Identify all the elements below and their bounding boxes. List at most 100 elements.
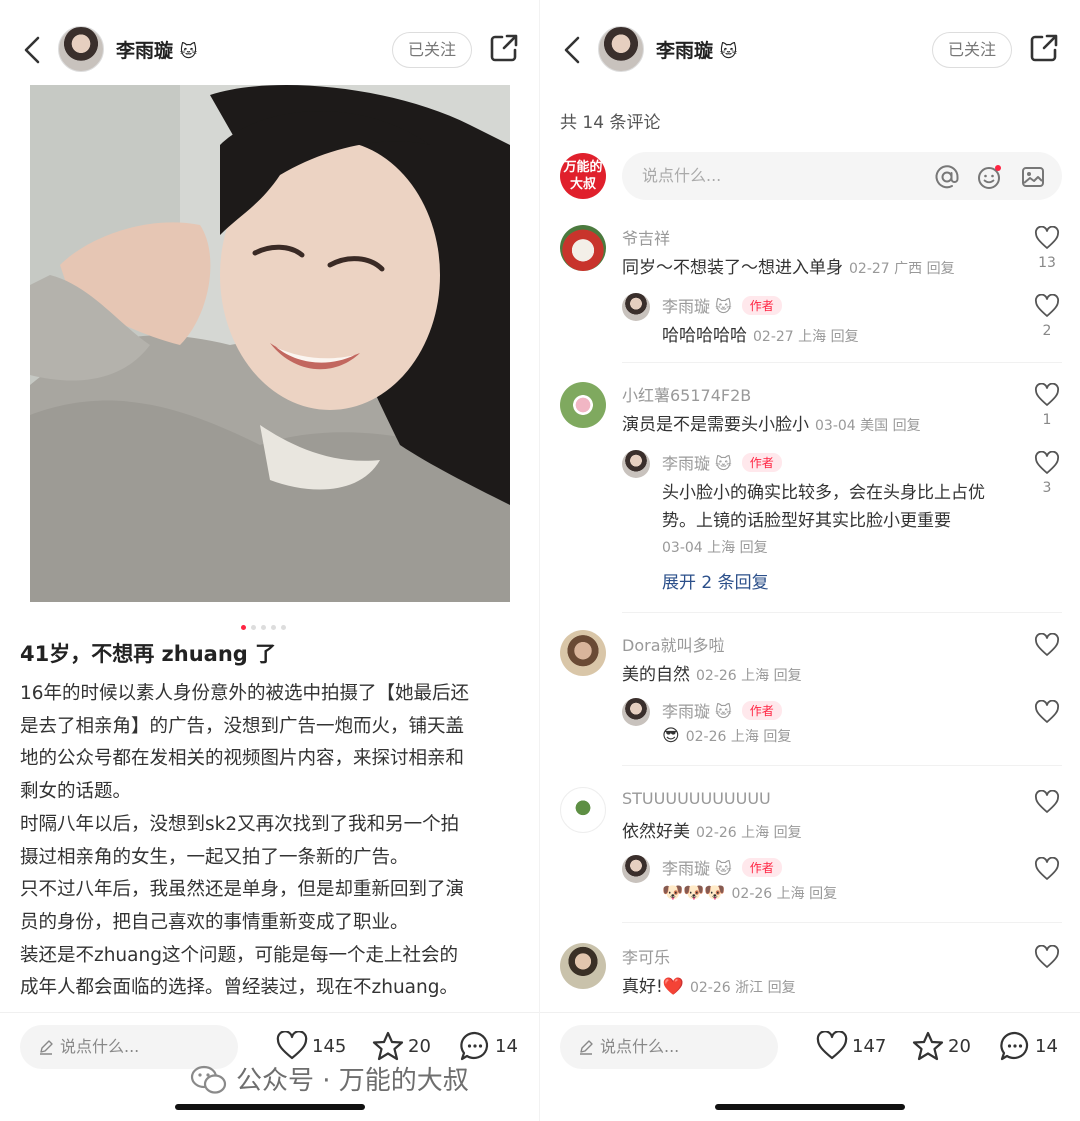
heart-icon [816, 1030, 848, 1060]
comment-meta: 03-04 美国 回复 [815, 418, 921, 434]
post-header: 李雨璇 🐱 已关注 [540, 20, 1080, 80]
comment-placeholder: 说点什么... [600, 1037, 680, 1056]
reply-meta: 03-04 上海 回复 [662, 540, 768, 556]
comment-placeholder: 说点什么... [642, 166, 722, 185]
collect-count: 20 [408, 1035, 431, 1057]
heart-icon[interactable] [1034, 700, 1060, 724]
home-indicator[interactable] [715, 1104, 905, 1110]
commenter-name[interactable]: Dora就叫多啦 [622, 632, 725, 656]
commenter-name[interactable]: 爷吉祥 [622, 225, 670, 249]
comment-count-label: 共 14 条评论 [560, 113, 661, 133]
post-line: 16年的时候以素人身份意外的被选中拍摄了【她最后还 [20, 683, 470, 704]
author-tag: 作者 [741, 701, 782, 720]
my-avatar[interactable]: 万能的大叔 [560, 153, 606, 199]
comment-meta: 02-26 浙江 回复 [689, 980, 796, 996]
reply-author[interactable]: 李雨璇 🐱 作者 [662, 450, 782, 474]
heart-icon[interactable] [1034, 451, 1060, 475]
comment-meta: 02-26 上海 回复 [696, 825, 802, 841]
star-icon [912, 1031, 944, 1061]
at-mention-icon[interactable] [934, 164, 960, 190]
share-icon[interactable] [488, 32, 520, 64]
comment-count: 14 [1035, 1035, 1058, 1057]
post-line: 是去了相亲角】的广告，没想到广告一炮而火，铺天盖 [20, 715, 465, 737]
author-avatar[interactable] [58, 26, 104, 72]
post-body: 16年的时候以素人身份意外的被选中拍摄了【她最后还 是去了相亲角】的广告，没想到… [20, 678, 525, 1005]
reply-text[interactable]: 🐶🐶🐶 02-26 上海 回复 [662, 883, 837, 903]
post-line: 装还是不zhuang这个问题，可能是每一个走上社会的 [20, 944, 458, 966]
reply-text[interactable]: 😎 02-26 上海 回复 [662, 726, 791, 746]
collect-button[interactable]: 20 [912, 1031, 971, 1065]
author-avatar[interactable] [598, 26, 644, 72]
comment-text[interactable]: 真好!❤️ 02-26 浙江 回复 [622, 972, 796, 997]
like-count: 3 [1042, 480, 1052, 496]
reply-author[interactable]: 李雨璇 🐱 作者 [662, 855, 782, 879]
comment-text[interactable]: 美的自然 02-26 上海 回复 [622, 660, 802, 685]
reply-avatar[interactable] [622, 698, 650, 726]
author-tag: 作者 [741, 858, 782, 877]
comment-count: 14 [495, 1035, 518, 1057]
heart-icon[interactable] [1034, 857, 1060, 881]
expand-replies-link[interactable]: 展开 2 条回复 [662, 568, 769, 593]
commenter-avatar[interactable] [560, 943, 606, 989]
heart-icon[interactable] [1034, 633, 1060, 657]
heart-icon[interactable] [1034, 945, 1060, 969]
reply-avatar[interactable] [622, 293, 650, 321]
commenter-avatar[interactable] [560, 787, 606, 833]
back-arrow-icon[interactable] [18, 32, 50, 68]
pencil-icon [40, 1040, 53, 1055]
author-name[interactable]: 李雨璇 🐱 [656, 36, 737, 63]
follow-button[interactable]: 已关注 [392, 32, 472, 68]
like-button[interactable]: 147 [816, 1030, 886, 1065]
comment-text[interactable]: 同岁～不想装了～想进入单身 02-27 广西 回复 [622, 253, 955, 278]
comment-meta: 02-26 上海 回复 [696, 668, 802, 684]
comment-bubble-icon [460, 1031, 489, 1061]
home-indicator[interactable] [175, 1104, 365, 1110]
share-icon[interactable] [1028, 32, 1060, 64]
comment-separator [622, 362, 1062, 363]
commenter-avatar[interactable] [560, 382, 606, 428]
heart-icon[interactable] [1034, 790, 1060, 814]
reply-avatar[interactable] [622, 855, 650, 883]
post-photo[interactable] [30, 85, 510, 602]
comment-separator [622, 612, 1062, 613]
carousel-dot [261, 625, 266, 630]
like-count: 1 [1042, 412, 1052, 428]
star-icon [372, 1031, 404, 1061]
heart-icon[interactable] [1034, 383, 1060, 407]
commenter-name[interactable]: 李可乐 [622, 944, 670, 968]
post-line: 时隔八年以后，没想到sk2又再次找到了我和另一个拍 [20, 813, 460, 835]
author-name[interactable]: 李雨璇 🐱 [116, 36, 197, 63]
commenter-avatar[interactable] [560, 630, 606, 676]
comment-button[interactable]: 14 [999, 1031, 1058, 1065]
reply-text-line[interactable]: 头小脸小的确实比较多，会在头身比上占优 [662, 478, 985, 503]
post-line: 只不过八年后，我虽然还是单身，但是却重新回到了演 [20, 879, 465, 901]
reply-text-line[interactable]: 势。上镜的话脸型好其实比脸小更重要 [662, 506, 951, 531]
post-title: 41岁，不想再 zhuang 了 [20, 642, 277, 666]
commenter-name[interactable]: STUUUUUUUUUUU [622, 789, 771, 808]
follow-button[interactable]: 已关注 [932, 32, 1012, 68]
commenter-avatar[interactable] [560, 225, 606, 271]
reply-avatar[interactable] [622, 450, 650, 478]
engagement-bar: 说点什么... 147 20 14 [540, 1012, 1080, 1082]
emoji-icon[interactable] [976, 164, 1002, 190]
image-icon[interactable] [1020, 164, 1046, 190]
pencil-icon [580, 1040, 593, 1055]
post-line: 剩女的话题。 [20, 781, 132, 803]
author-tag: 作者 [741, 453, 782, 472]
reply-meta: 02-26 上海 回复 [685, 729, 792, 745]
carousel-dot [251, 625, 256, 630]
like-count: 13 [1038, 255, 1056, 271]
commenter-name[interactable]: 小红薯65174F2B [622, 382, 751, 406]
reply-text[interactable]: 哈哈哈哈哈 02-27 上海 回复 [662, 321, 859, 346]
watermark: 公众号 · 万能的大叔 [190, 1060, 469, 1097]
comment-text[interactable]: 依然好美 02-26 上海 回复 [622, 817, 802, 842]
heart-icon[interactable] [1034, 294, 1060, 318]
reply-author[interactable]: 李雨璇 🐱 作者 [662, 698, 782, 722]
comment-input[interactable]: 说点什么... [560, 1025, 778, 1069]
reply-author[interactable]: 李雨璇 🐱 作者 [662, 293, 782, 317]
comment-text[interactable]: 演员是不是需要头小脸小 03-04 美国 回复 [622, 410, 921, 435]
heart-icon[interactable] [1034, 226, 1060, 250]
comment-input[interactable]: 说点什么... [622, 152, 1062, 200]
back-arrow-icon[interactable] [558, 32, 590, 68]
reply-meta: 02-27 上海 回复 [753, 329, 859, 345]
